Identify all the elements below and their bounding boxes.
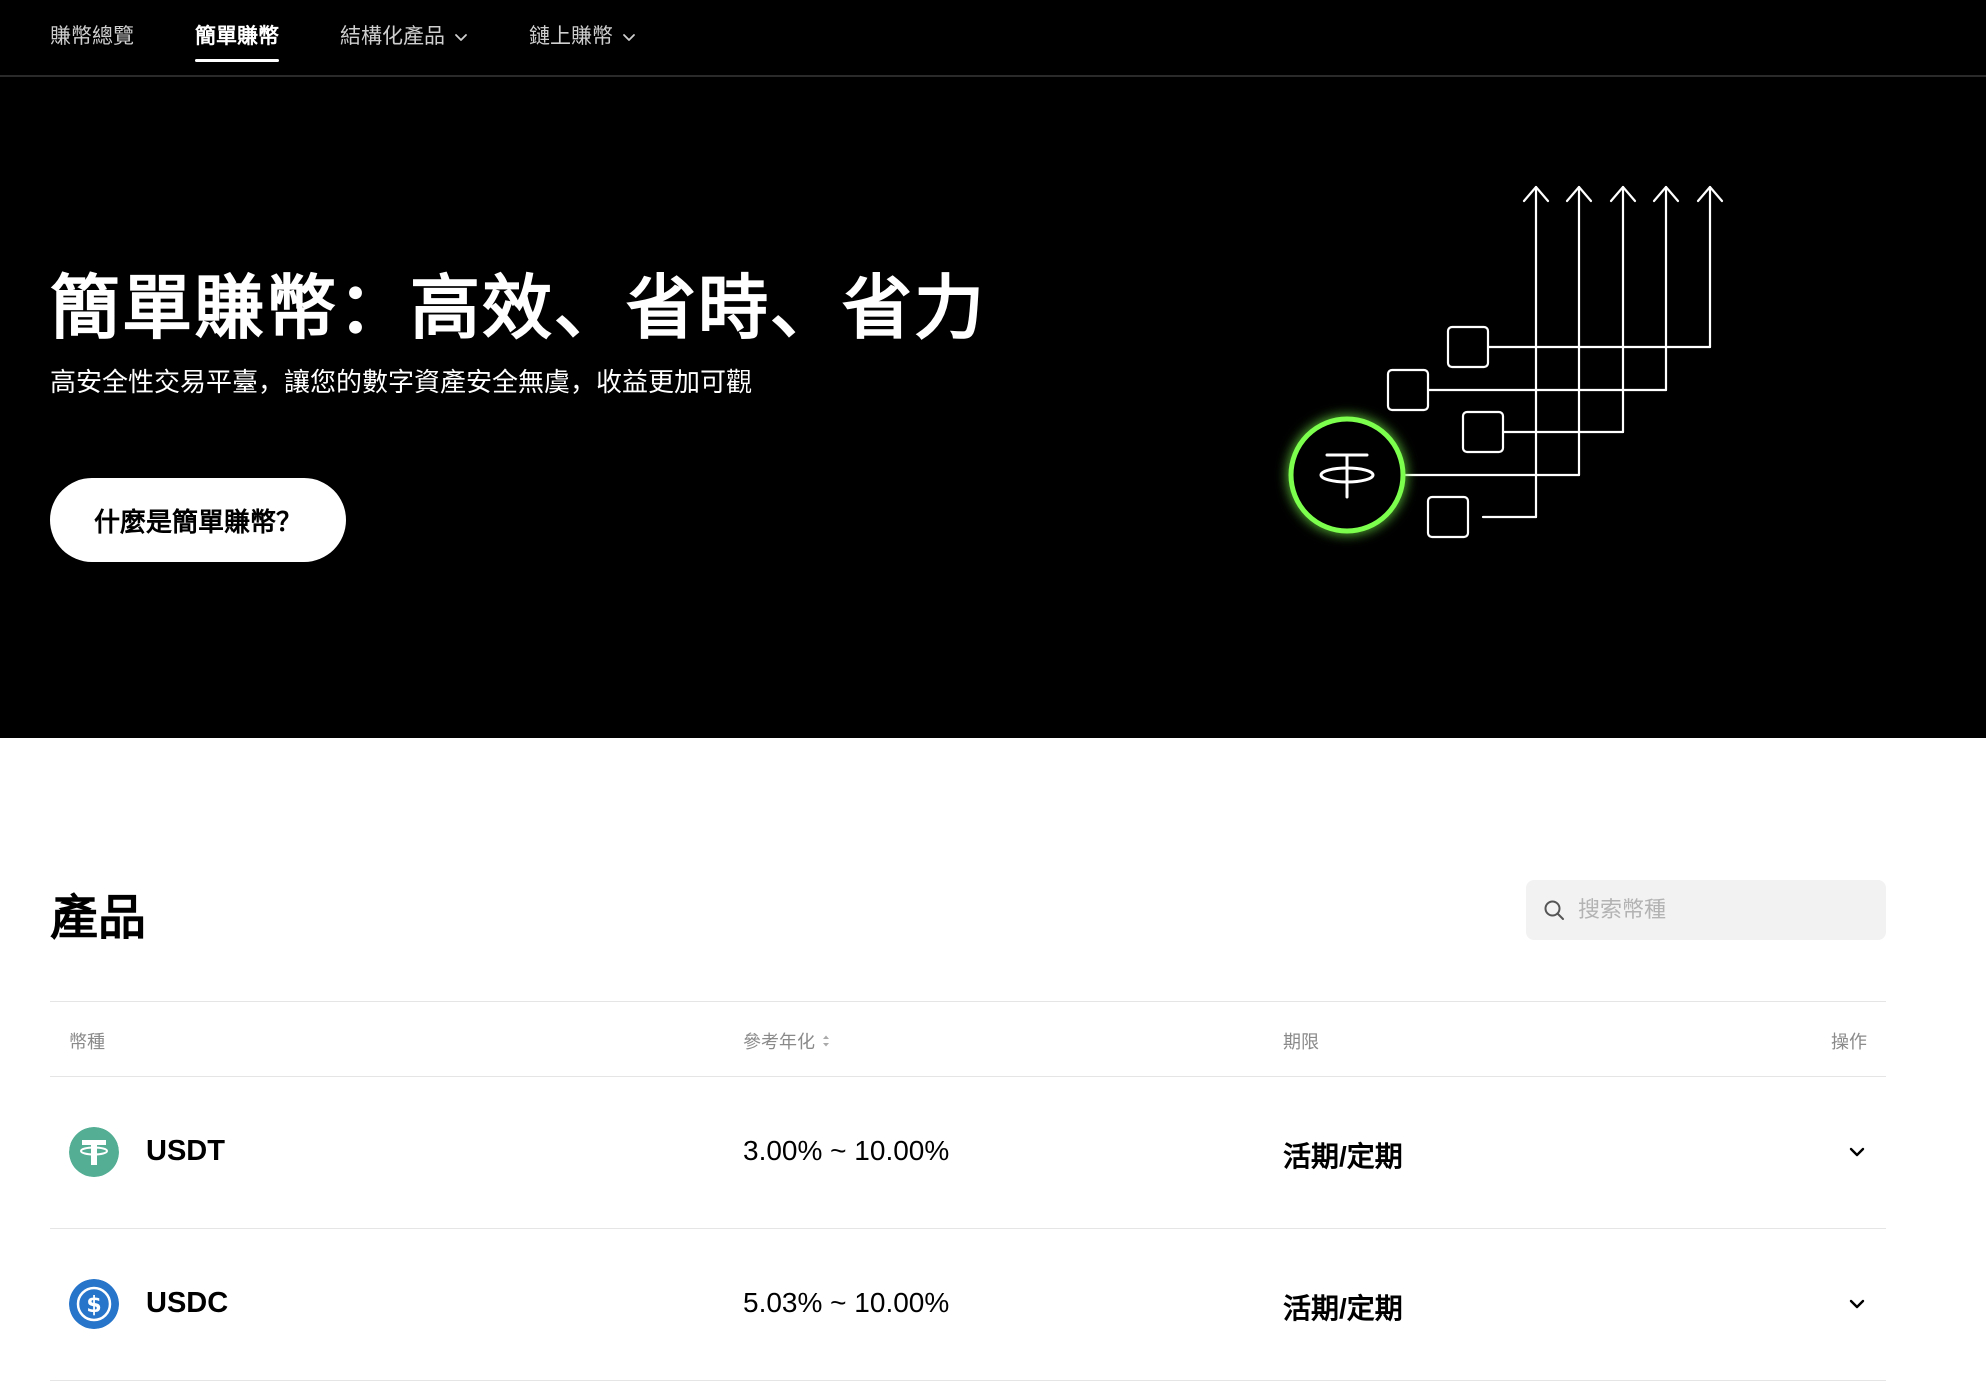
table-header: 幣種 參考年化 期限 操作 <box>50 1001 1886 1077</box>
tab-earn-overview[interactable]: 賺幣總覽 <box>50 20 134 54</box>
tab-simple-earn[interactable]: 簡單賺幣 <box>195 20 279 62</box>
usdc-icon: $ <box>69 1279 119 1329</box>
search-icon <box>1544 900 1564 920</box>
what-is-simple-earn-button[interactable]: 什麼是簡單賺幣？ <box>50 478 346 562</box>
table-row[interactable]: $ USDC 5.03% ~ 10.00% 活期/定期 <box>50 1229 1886 1381</box>
products-title: 產品 <box>50 892 147 945</box>
chevron-down-icon <box>623 34 635 41</box>
hero-title: 簡單賺幣：高效、省時、省力 <box>50 269 986 347</box>
tab-structured-products[interactable]: 結構化產品 <box>340 20 469 54</box>
search-input[interactable] <box>1578 897 1868 923</box>
active-tab-indicator <box>195 59 279 62</box>
hero-banner: 簡單賺幣：高效、省時、省力 高安全性交易平臺，讓您的數字資產安全無虞，收益更加可… <box>0 77 1986 738</box>
column-header-action: 操作 <box>1831 1032 1867 1052</box>
column-header-term: 期限 <box>1283 1032 1319 1052</box>
sort-icon <box>823 1035 829 1047</box>
chevron-down-icon <box>455 34 467 41</box>
tab-onchain-earn[interactable]: 鏈上賺幣 <box>529 20 637 54</box>
svg-text:$: $ <box>86 1293 101 1318</box>
search-box <box>1526 880 1886 940</box>
products-table: 幣種 參考年化 期限 操作 USDT 3.00% ~ 10.00% 活期/定期 <box>50 1001 1886 1381</box>
coin-term: 活期/定期 <box>1283 1293 1403 1324</box>
top-nav: 賺幣總覽 簡單賺幣 結構化產品 鏈上賺幣 <box>0 0 1986 77</box>
coin-apy: 5.03% ~ 10.00% <box>743 1287 950 1318</box>
coin-name: USDC <box>146 1287 229 1319</box>
coin-term: 活期/定期 <box>1283 1141 1403 1172</box>
column-header-coin: 幣種 <box>69 1032 105 1052</box>
tab-label: 簡單賺幣 <box>195 25 279 48</box>
table-row[interactable]: USDT 3.00% ~ 10.00% 活期/定期 <box>50 1077 1886 1229</box>
coin-apy: 3.00% ~ 10.00% <box>743 1135 950 1166</box>
usdt-icon <box>69 1127 119 1177</box>
tab-label: 賺幣總覽 <box>50 25 134 48</box>
expand-row-button[interactable] <box>1840 1287 1874 1321</box>
hero-subtitle: 高安全性交易平臺，讓您的數字資產安全無虞，收益更加可觀 <box>50 367 753 397</box>
coin-name: USDT <box>146 1135 225 1167</box>
column-header-apy[interactable]: 參考年化 <box>743 1028 831 1054</box>
tab-label: 結構化產品 <box>340 25 445 48</box>
chevron-down-icon <box>1849 1299 1865 1309</box>
tab-label: 鏈上賺幣 <box>529 25 613 48</box>
column-header-apy-label: 參考年化 <box>743 1032 815 1052</box>
chevron-down-icon <box>1849 1147 1865 1157</box>
growth-arrows-illustration <box>1288 185 1724 539</box>
expand-row-button[interactable] <box>1840 1135 1874 1169</box>
